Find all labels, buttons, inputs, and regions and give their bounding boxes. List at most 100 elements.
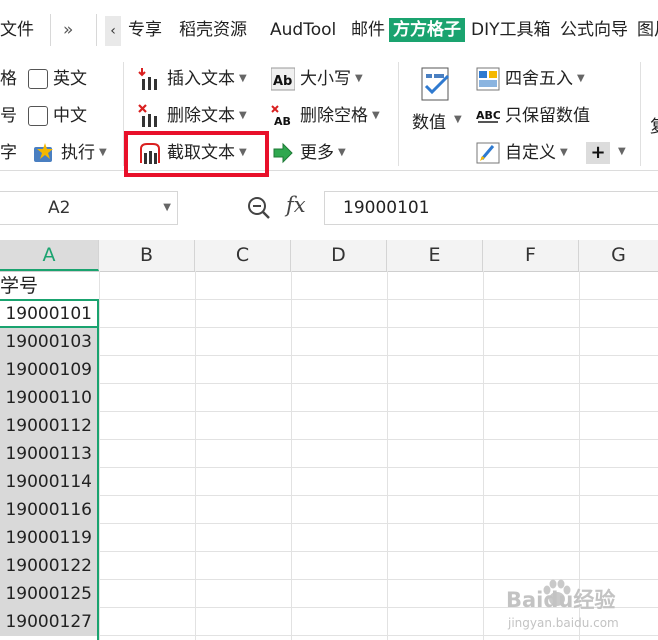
more-label: 更多 xyxy=(300,143,334,163)
execute-label: 执行 xyxy=(61,143,95,163)
chinese-checkbox[interactable]: 中文 xyxy=(28,101,87,131)
chevron-down-icon[interactable]: ▼ xyxy=(372,101,380,131)
chevron-down-icon[interactable]: ▼ xyxy=(99,138,107,168)
ribbon: 格 号 字 英文 中文 执行 ▼ 插入文本 ▼ 删除文本 ▼ 截取文本 ▼ Ab… xyxy=(0,58,658,171)
ribbon-partial-label-1: 格 xyxy=(0,69,17,89)
table-cell[interactable]: 19000116 xyxy=(0,496,98,524)
menu-more-icon[interactable]: » xyxy=(63,16,73,44)
grid-line xyxy=(0,467,658,468)
delete-text-icon xyxy=(138,104,162,128)
formula-tools: fx xyxy=(244,191,324,225)
round-label: 四舍五入 xyxy=(505,69,573,89)
delete-text-button[interactable]: 删除文本 ▼ xyxy=(138,101,247,131)
english-label: 英文 xyxy=(53,69,87,89)
table-cell[interactable]: 19000127 xyxy=(0,608,98,636)
column-header-c[interactable]: C xyxy=(195,240,291,271)
remove-spaces-label: 删除空格 xyxy=(300,106,368,126)
table-cell[interactable]: 19000103 xyxy=(0,328,98,356)
table-cell[interactable]: 19000125 xyxy=(0,580,98,608)
custom-button[interactable]: 自定义 ▼ xyxy=(476,138,568,168)
chevron-down-icon[interactable]: ▼ xyxy=(618,146,626,157)
svg-text:AB: AB xyxy=(274,115,291,128)
cell-a2[interactable]: 19000101 xyxy=(0,300,98,328)
cell-a1[interactable]: 学号 xyxy=(0,272,98,300)
menu-picture[interactable]: 图片 xyxy=(637,16,658,44)
english-checkbox[interactable]: 英文 xyxy=(28,64,87,94)
name-box[interactable]: A2 ▼ xyxy=(0,191,178,225)
menu-formula-wizard[interactable]: 公式向导 xyxy=(560,16,628,44)
case-icon: Ab xyxy=(270,67,296,91)
column-header-b[interactable]: B xyxy=(99,240,195,271)
checkbox-box[interactable] xyxy=(28,69,48,89)
column-header-g[interactable]: G xyxy=(579,240,658,271)
column-header-a[interactable]: A xyxy=(0,240,99,271)
menu-separator xyxy=(96,14,97,46)
numeric-icon xyxy=(420,66,454,102)
formula-input[interactable]: 19000101 xyxy=(324,191,658,225)
grid-line xyxy=(0,299,658,300)
add-button[interactable]: + xyxy=(586,142,610,164)
remove-spaces-icon: AB xyxy=(271,104,295,128)
table-cell[interactable]: 19000119 xyxy=(0,524,98,552)
menu-mail[interactable]: 邮件 xyxy=(351,16,385,44)
chevron-down-icon[interactable]: ▼ xyxy=(239,101,247,131)
menu-diy-toolbox[interactable]: DIY工具箱 xyxy=(471,16,551,44)
watermark-url: jingyan.baidu.com xyxy=(508,616,619,630)
formula-bar: A2 ▼ fx 19000101 xyxy=(0,183,658,237)
grid-line xyxy=(0,551,658,552)
watermark-brand: Baidu经验 xyxy=(506,588,616,612)
svg-text:Ab: Ab xyxy=(273,74,292,89)
table-cell[interactable]: 19000113 xyxy=(0,440,98,468)
chevron-down-icon[interactable]: ▼ xyxy=(239,64,247,94)
menu-exclusive[interactable]: 专享 xyxy=(128,16,162,44)
case-label: 大小写 xyxy=(300,69,351,89)
column-header-row: A B C D E F G xyxy=(0,240,658,272)
chevron-down-icon[interactable]: ▼ xyxy=(163,192,171,224)
svg-text:ABC: ABC xyxy=(476,109,500,122)
table-cell[interactable]: 19000114 xyxy=(0,468,98,496)
menu-file[interactable]: 文件 xyxy=(0,16,34,44)
custom-icon xyxy=(476,141,500,165)
custom-label: 自定义 xyxy=(505,143,556,163)
zoom-icon[interactable] xyxy=(246,195,272,221)
chinese-label: 中文 xyxy=(53,106,87,126)
delete-text-label: 删除文本 xyxy=(167,106,235,126)
chevron-down-icon[interactable]: ▼ xyxy=(454,114,462,125)
watermark: Baidu经验 jingyan.baidu.com xyxy=(498,578,658,638)
keep-values-button[interactable]: ABC 只保留数值 xyxy=(476,101,590,131)
round-icon xyxy=(476,67,500,91)
column-header-d[interactable]: D xyxy=(291,240,387,271)
menu-fangfang-gezi[interactable]: 方方格子 xyxy=(389,18,465,42)
chevron-down-icon[interactable]: ▼ xyxy=(560,138,568,168)
menu-docer-resources[interactable]: 稻壳资源 xyxy=(179,16,247,44)
table-cell[interactable]: 19000112 xyxy=(0,412,98,440)
grid-line xyxy=(0,327,658,328)
chevron-left-icon[interactable]: ‹ xyxy=(105,16,121,46)
chevron-down-icon[interactable]: ▼ xyxy=(577,64,585,94)
numeric-button[interactable]: 数值 ▼ xyxy=(412,64,468,164)
grid-line xyxy=(0,495,658,496)
checkbox-box[interactable] xyxy=(28,106,48,126)
more-button[interactable]: 更多 ▼ xyxy=(271,138,346,168)
table-cell[interactable]: 19000122 xyxy=(0,552,98,580)
ribbon-partial-right: 复 xyxy=(650,112,658,137)
chevron-down-icon[interactable]: ▼ xyxy=(355,64,363,94)
remove-spaces-button[interactable]: AB 删除空格 ▼ xyxy=(271,101,380,131)
table-cell[interactable]: 19000110 xyxy=(0,384,98,412)
fx-icon[interactable]: fx xyxy=(286,193,306,217)
menu-audtool[interactable]: AudTool xyxy=(270,16,336,44)
column-header-f[interactable]: F xyxy=(483,240,579,271)
case-button[interactable]: Ab 大小写 ▼ xyxy=(270,64,363,94)
ribbon-partial-label-3: 字 xyxy=(0,143,17,163)
ribbon-partial-label-2: 号 xyxy=(0,106,17,126)
column-header-e[interactable]: E xyxy=(387,240,483,271)
spreadsheet-grid: A B C D E F G 学号 19000101 19000103 19000… xyxy=(0,240,658,640)
execute-button[interactable]: 执行 ▼ xyxy=(32,138,107,168)
table-cell[interactable]: 19000109 xyxy=(0,356,98,384)
round-button[interactable]: 四舍五入 ▼ xyxy=(476,64,585,94)
grid-line xyxy=(0,439,658,440)
insert-text-button[interactable]: 插入文本 ▼ xyxy=(138,64,247,94)
chevron-down-icon[interactable]: ▼ xyxy=(338,138,346,168)
execute-icon xyxy=(32,141,56,165)
grid-line xyxy=(0,411,658,412)
